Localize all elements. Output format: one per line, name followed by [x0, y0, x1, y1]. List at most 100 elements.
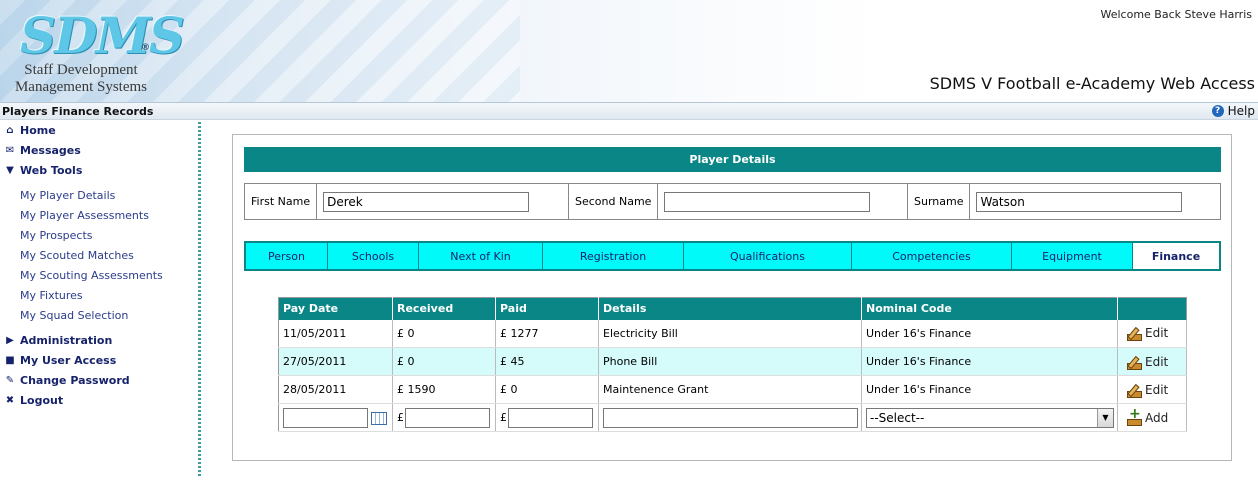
cell-pay-date: 27/05/2011	[278, 347, 393, 376]
help-link[interactable]: ? Help	[1211, 104, 1255, 118]
help-icon: ?	[1211, 105, 1224, 117]
tab-finance[interactable]: Finance	[1133, 243, 1219, 269]
help-label: Help	[1227, 104, 1255, 118]
logo-tagline-line1: Staff Development	[24, 62, 138, 78]
sidebar-item-messages[interactable]: ✉ Messages	[4, 144, 81, 157]
tab-person[interactable]: Person	[246, 243, 328, 269]
cell-nominal-code: Under 16's Finance	[861, 347, 1118, 376]
sidebar-subitem-player-assessments[interactable]: My Player Assessments	[20, 209, 149, 222]
logo-mark: SDMS	[20, 6, 185, 65]
cell-new-pay-date	[278, 403, 393, 432]
first-name-field[interactable]	[323, 191, 530, 212]
tab-equipment[interactable]: Equipment	[1012, 243, 1133, 269]
sidebar-subitem-scouted-matches[interactable]: My Scouted Matches	[20, 249, 134, 262]
surname-label: Surname	[908, 184, 971, 219]
player-tabs: Person Schools Next of Kin Registration …	[244, 241, 1221, 271]
new-received-input[interactable]	[405, 407, 490, 428]
nominal-code-select[interactable]: --Select-- ▼	[866, 407, 1114, 428]
second-name-cell: Second Name	[569, 184, 908, 219]
calendar-icon[interactable]	[371, 411, 387, 425]
column-header-pay-date: Pay Date	[278, 297, 393, 320]
edit-button[interactable]: Edit	[1122, 383, 1186, 398]
sidebar-item-administration[interactable]: ▶ Administration	[4, 334, 112, 347]
sidebar-item-logout[interactable]: ✖ Logout	[4, 394, 63, 407]
cell-received: £ 0	[392, 319, 496, 348]
sidebar-item-home[interactable]: ⌂ Home	[4, 124, 55, 137]
edit-button[interactable]: Edit	[1122, 326, 1186, 342]
currency-symbol: £	[397, 411, 404, 424]
tab-schools[interactable]: Schools	[328, 243, 419, 269]
sidebar-item-label: Administration	[20, 334, 113, 347]
new-pay-date-input[interactable]	[283, 407, 368, 428]
cell-pay-date: 28/05/2011	[278, 375, 393, 404]
surname-field[interactable]	[976, 191, 1183, 212]
triangle-right-icon: ▶	[6, 335, 14, 346]
edit-label: Edit	[1145, 326, 1169, 341]
header-banner: SDMS ® Staff Development Management Syst…	[0, 0, 1258, 102]
cell-paid: £ 0	[495, 375, 599, 404]
cell-received: £ 0	[392, 347, 496, 376]
cell-new-received: £	[392, 403, 496, 432]
table-row: 27/05/2011 £ 0 £ 45 Phone Bill Under 16'…	[278, 347, 1187, 376]
cell-details: Phone Bill	[598, 347, 862, 376]
column-header-received: Received	[392, 297, 496, 320]
edit-button[interactable]: Edit	[1122, 355, 1186, 370]
home-icon: ⌂	[6, 125, 14, 136]
finance-table: Pay Date Received Paid Details Nominal C…	[278, 297, 1187, 432]
sidebar-subitem-scouting-assessments[interactable]: My Scouting Assessments	[20, 269, 163, 282]
cell-nominal-code: Under 16's Finance	[861, 319, 1118, 348]
cell-details: Electricity Bill	[598, 319, 862, 348]
sidebar-subitem-fixtures[interactable]: My Fixtures	[20, 289, 83, 302]
first-name-cell: First Name	[245, 184, 569, 219]
sidebar-subitem-prospects[interactable]: My Prospects	[20, 229, 93, 242]
second-name-field[interactable]	[664, 191, 871, 212]
cell-paid: £ 45	[495, 347, 599, 376]
sidebar-item-label: Logout	[20, 394, 64, 407]
edit-icon	[1126, 326, 1142, 342]
messages-icon: ✉	[5, 145, 15, 156]
content-panel: Player Details First Name Second Name Su…	[232, 134, 1232, 461]
sidebar: ⌂ Home ✉ Messages ▼ Web Tools My Player …	[0, 122, 201, 502]
finance-table-header: Pay Date Received Paid Details Nominal C…	[278, 297, 1187, 320]
currency-symbol: £	[500, 411, 507, 424]
add-entry-row: £ £ --Select-- ▼ Add	[278, 403, 1187, 432]
cell-actions: Edit	[1117, 375, 1187, 404]
sidebar-item-change-password[interactable]: ✎ Change Password	[4, 374, 130, 387]
add-button[interactable]: Add	[1122, 406, 1186, 426]
app-title: SDMS V Football e-Academy Web Access	[929, 74, 1255, 93]
cell-received: £ 1590	[392, 375, 496, 404]
cell-new-paid: £	[495, 403, 599, 432]
sidebar-subitem-player-details[interactable]: My Player Details	[20, 189, 115, 202]
table-row: 28/05/2011 £ 1590 £ 0 Maintenence Grant …	[278, 375, 1187, 404]
sidebar-item-label: My User Access	[20, 354, 117, 367]
tab-competencies[interactable]: Competencies	[852, 243, 1012, 269]
player-details-header: Player Details	[244, 147, 1221, 172]
surname-cell: Surname	[908, 184, 1220, 219]
add-icon	[1126, 406, 1142, 426]
column-header-paid: Paid	[495, 297, 599, 320]
column-header-details: Details	[598, 297, 862, 320]
column-header-actions	[1117, 297, 1187, 320]
x-icon: ✖	[5, 395, 15, 406]
sidebar-item-web-tools[interactable]: ▼ Web Tools	[4, 164, 82, 177]
lock-icon: ■	[5, 355, 15, 366]
sidebar-item-my-user-access[interactable]: ■ My User Access	[4, 354, 116, 367]
second-name-label: Second Name	[569, 184, 659, 219]
sidebar-item-label: Change Password	[20, 374, 130, 387]
logo-tagline-line2: Management Systems	[14, 79, 148, 95]
page-title-bar: Players Finance Records ? Help	[0, 102, 1258, 120]
cell-nominal-code: Under 16's Finance	[861, 375, 1118, 404]
table-row: 11/05/2011 £ 0 £ 1277 Electricity Bill U…	[278, 319, 1187, 348]
triangle-down-icon: ▼	[6, 165, 14, 176]
tab-next-of-kin[interactable]: Next of Kin	[419, 243, 543, 269]
cell-add-action: Add	[1117, 403, 1187, 432]
chevron-down-icon: ▼	[1097, 408, 1113, 427]
welcome-message: Welcome Back Steve Harris	[1100, 8, 1252, 21]
tab-registration[interactable]: Registration	[543, 243, 684, 269]
sidebar-subitem-squad-selection[interactable]: My Squad Selection	[20, 309, 128, 322]
new-details-input[interactable]	[603, 407, 858, 428]
cell-pay-date: 11/05/2011	[278, 319, 393, 348]
tab-qualifications[interactable]: Qualifications	[684, 243, 852, 269]
new-paid-input[interactable]	[508, 407, 593, 428]
sidebar-divider	[198, 122, 201, 478]
